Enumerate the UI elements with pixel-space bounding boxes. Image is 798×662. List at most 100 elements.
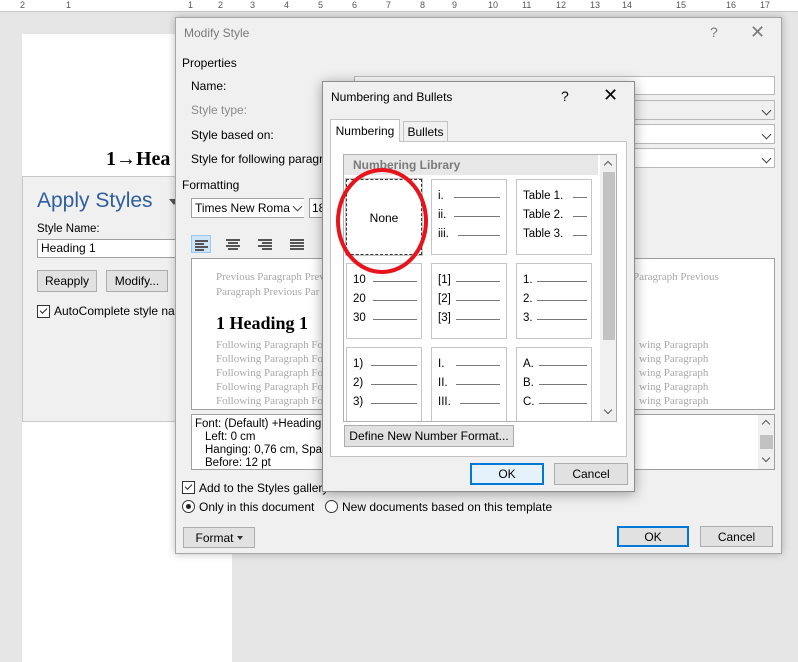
ok-button[interactable]: OK xyxy=(617,526,689,547)
tab-numbering[interactable]: Numbering xyxy=(330,119,400,142)
preview-following-text: wing Paragraph xyxy=(639,353,709,365)
chevron-down-icon xyxy=(761,153,772,164)
numbering-option-table[interactable]: Table 1. Table 2. Table 3. xyxy=(516,179,592,255)
preview-following-text: Following Paragraph Fo xyxy=(216,395,323,407)
style-type-label: Style type: xyxy=(191,103,248,117)
scroll-thumb[interactable] xyxy=(760,435,773,449)
define-new-number-format-button[interactable]: Define New Number Format... xyxy=(344,425,514,447)
description-line: Hanging: 0,76 cm, Spa xyxy=(205,444,322,456)
preview-following-text: wing Paragraph xyxy=(639,339,709,351)
document-heading[interactable]: 1→Hea xyxy=(106,148,170,171)
ruler-tick: 8 xyxy=(420,0,426,10)
option-text: 2. xyxy=(523,293,533,305)
modify-button[interactable]: Modify... xyxy=(106,270,168,292)
dialog-title: Modify Style xyxy=(184,26,250,40)
numbering-option-paren[interactable]: 1) 2) 3) xyxy=(346,347,422,421)
option-text: ii. xyxy=(438,209,447,221)
ruler-tick: 15 xyxy=(676,0,687,10)
option-text: B. xyxy=(523,377,534,389)
option-text: 3) xyxy=(353,396,364,408)
reapply-button[interactable]: Reapply xyxy=(37,270,97,292)
option-text: [1] xyxy=(438,274,451,286)
font-name-dropdown[interactable] xyxy=(290,199,304,217)
option-text: iii. xyxy=(438,228,449,240)
horizontal-ruler[interactable]: 2 1 1 2 3 4 5 6 7 8 9 10 11 12 13 14 15 … xyxy=(0,0,798,12)
ruler-tick: 16 xyxy=(726,0,737,10)
close-icon[interactable]: ✕ xyxy=(750,22,765,43)
cancel-button[interactable]: Cancel xyxy=(554,463,628,485)
scroll-down-icon[interactable] xyxy=(603,405,613,415)
ruler-tick: 10 xyxy=(488,0,499,10)
option-text: Table 2. xyxy=(523,209,564,221)
align-center-icon[interactable] xyxy=(223,235,243,253)
numbering-option-roman-lower[interactable]: i. ii. iii. xyxy=(431,179,507,255)
option-text: Table 3. xyxy=(523,228,564,240)
help-button[interactable]: ? xyxy=(561,88,569,104)
ruler-tick: 1 xyxy=(66,0,72,10)
option-text: 1) xyxy=(353,358,364,370)
description-line: Left: 0 cm xyxy=(205,431,256,443)
style-name-input[interactable]: Heading 1 xyxy=(37,239,183,258)
scroll-up-icon[interactable] xyxy=(761,419,771,429)
ok-button[interactable]: OK xyxy=(470,463,544,485)
ruler-tick: 2 xyxy=(20,0,26,10)
ruler-tick: 1 xyxy=(188,0,194,10)
ruler-tick: 3 xyxy=(250,0,256,10)
preview-previous-text: Paragraph Previous Par xyxy=(216,286,320,298)
ruler-tick: 13 xyxy=(590,0,601,10)
numbering-option-roman-upper[interactable]: I. II. III. xyxy=(431,347,507,421)
scroll-thumb[interactable] xyxy=(603,172,615,340)
caret-down-icon xyxy=(236,535,243,540)
numbering-option-bracket[interactable]: [1] [2] [3] xyxy=(431,263,507,339)
option-text: 1. xyxy=(523,274,533,286)
ruler-tick: 5 xyxy=(318,0,324,10)
option-text: [2] xyxy=(438,293,451,305)
numbering-option-decimal[interactable]: 1. 2. 3. xyxy=(516,263,592,339)
preview-following-text: wing Paragraph xyxy=(639,367,709,379)
option-text: 3. xyxy=(523,312,533,324)
tab-bullets[interactable]: Bullets xyxy=(403,121,448,142)
ruler-tick: 4 xyxy=(284,0,290,10)
preview-following-text: wing Paragraph xyxy=(639,395,709,407)
ruler-tick: 11 xyxy=(522,0,532,10)
option-text: A. xyxy=(523,358,534,370)
formatting-label: Formatting xyxy=(182,178,240,192)
preview-following-text: wing Paragraph xyxy=(639,381,709,393)
ruler-tick: 7 xyxy=(386,0,392,10)
scroll-up-icon[interactable] xyxy=(603,160,613,170)
autocomplete-label: AutoComplete style nam xyxy=(54,304,185,318)
ruler-tick: 2 xyxy=(218,0,224,10)
close-icon[interactable]: ✕ xyxy=(603,85,618,106)
option-text: II. xyxy=(438,377,448,389)
numbering-option-tens[interactable]: 10 20 30 xyxy=(346,263,422,339)
font-name-select[interactable]: Times New Roman xyxy=(191,198,304,218)
preview-following-text: Following Paragraph Fo xyxy=(216,367,323,379)
ruler-tick: 12 xyxy=(556,0,567,10)
add-to-gallery-checkbox[interactable] xyxy=(182,481,195,494)
option-text: Table 1. xyxy=(523,190,564,202)
ruler-tick: 14 xyxy=(622,0,633,10)
only-this-document-radio[interactable] xyxy=(182,500,195,513)
option-text: [3] xyxy=(438,312,451,324)
align-right-icon[interactable] xyxy=(255,235,275,253)
scroll-down-icon[interactable] xyxy=(761,453,771,463)
preview-following-text: Following Paragraph Fo xyxy=(216,353,323,365)
format-button[interactable]: Format xyxy=(183,527,255,548)
chevron-down-icon xyxy=(761,105,772,116)
dialog-title: Numbering and Bullets xyxy=(331,90,453,104)
autocomplete-checkbox[interactable] xyxy=(37,305,50,318)
properties-label: Properties xyxy=(182,56,237,70)
justify-icon[interactable] xyxy=(287,235,307,253)
only-this-document-label: Only in this document xyxy=(199,500,315,514)
new-documents-radio[interactable] xyxy=(325,500,338,513)
preview-previous-text: Paragraph Previous xyxy=(633,271,719,283)
description-scrollbar[interactable] xyxy=(758,415,774,469)
help-button[interactable]: ? xyxy=(710,24,718,40)
option-text: III. xyxy=(438,396,451,408)
align-left-icon[interactable] xyxy=(191,235,211,253)
numbering-option-alpha-upper[interactable]: A. B. C. xyxy=(516,347,592,421)
cancel-button[interactable]: Cancel xyxy=(700,526,773,547)
option-text: C. xyxy=(523,396,535,408)
red-annotation-circle xyxy=(336,168,428,274)
description-line: Before: 12 pt xyxy=(205,457,271,469)
